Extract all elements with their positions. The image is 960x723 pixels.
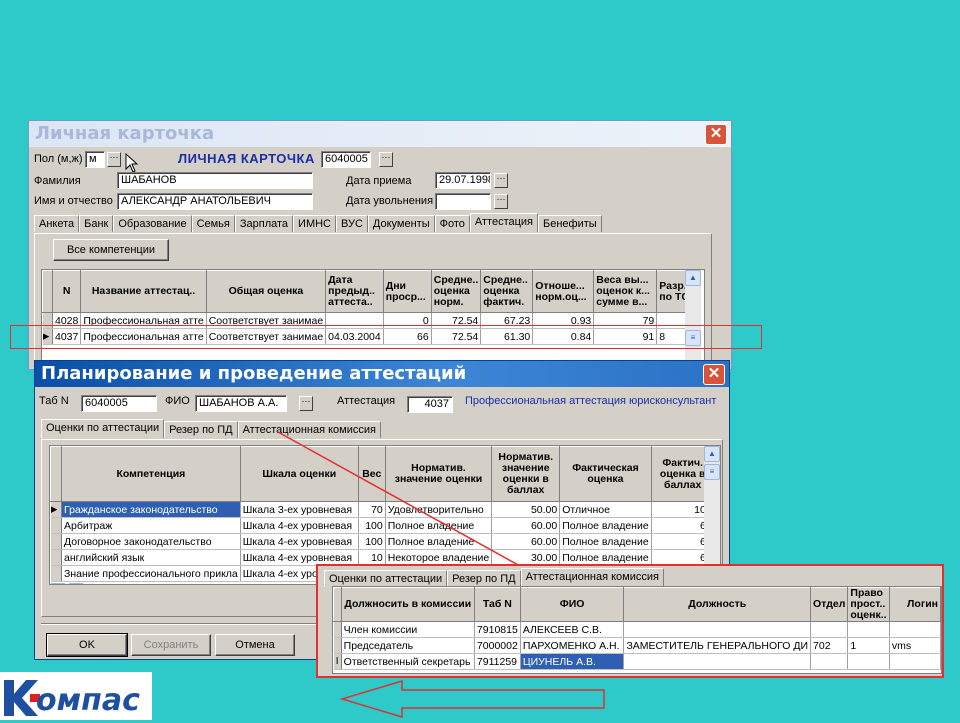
cell-commission-role[interactable]: Председатель: [341, 637, 475, 654]
cell-rating-right[interactable]: 1: [847, 637, 890, 654]
cell-commission-role[interactable]: Член комиссии: [341, 621, 475, 638]
cell-tab-number[interactable]: 7911259: [474, 653, 521, 670]
cell-position[interactable]: [623, 621, 812, 638]
row-indicator: [333, 637, 342, 654]
logo-mark-icon: омпас: [4, 680, 140, 718]
tab-reserve[interactable]: Резер по ПД: [447, 570, 521, 587]
cell-position[interactable]: ЗАМЕСТИТЕЛЬ ГЕНЕРАЛЬНОГО ДИ: [623, 637, 812, 654]
commission-table: Должносить в комиссии Таб N ФИО Должност…: [333, 587, 941, 670]
cell-commission-role[interactable]: Ответственный секретарь: [341, 653, 475, 670]
cell-rating-right[interactable]: [847, 621, 890, 638]
cell-login[interactable]: vms: [889, 637, 941, 654]
commission-header-row: Должносить в комиссии Таб N ФИО Должност…: [333, 587, 941, 622]
tab-ratings[interactable]: Оценки по аттестации: [324, 570, 448, 587]
cell-department[interactable]: [810, 653, 849, 670]
tab-commission[interactable]: Аттестационная комиссия: [520, 568, 664, 587]
cell-department[interactable]: [810, 621, 849, 638]
arrow-left-icon: [340, 679, 605, 719]
cell-position[interactable]: [623, 653, 812, 670]
company-logo: омпас: [0, 672, 152, 720]
edit-row-indicator-icon: I: [333, 653, 342, 670]
cell-fio[interactable]: ПАРХОМЕНКО А.Н.: [520, 637, 625, 654]
col-header-department[interactable]: Отдел: [810, 587, 849, 622]
col-header-tab-number[interactable]: Таб N: [473, 587, 521, 622]
col-header-login[interactable]: Логин: [888, 587, 941, 622]
col-header-commission-role[interactable]: Должносить в комиссии: [340, 587, 475, 622]
cell-rating-right[interactable]: [847, 653, 890, 670]
commission-inset: Оценки по аттестации Резер по ПД Аттеста…: [316, 564, 944, 678]
commission-grid: Должносить в комиссии Таб N ФИО Должност…: [332, 586, 942, 674]
cell-department[interactable]: 702: [810, 637, 849, 654]
row-indicator-header: [333, 587, 342, 622]
cell-fio[interactable]: ЦИУНЕЛЬ А.В.: [520, 653, 625, 670]
col-header-rating-right[interactable]: Право прост.. оценк..: [847, 587, 890, 622]
col-header-fio[interactable]: ФИО: [519, 587, 625, 622]
table-row[interactable]: I Ответственный секретарь 7911259 ЦИУНЕЛ…: [333, 653, 941, 670]
cell-tab-number[interactable]: 7910815: [474, 621, 521, 638]
cell-fio[interactable]: АЛЕКСЕЕВ С.В.: [520, 621, 625, 638]
svg-text:омпас: омпас: [36, 683, 140, 718]
commission-tabs: Оценки по аттестации Резер по ПД Аттеста…: [324, 568, 664, 587]
row-indicator: [333, 621, 342, 638]
cell-tab-number[interactable]: 7000002: [474, 637, 521, 654]
table-row[interactable]: Член комиссии 7910815 АЛЕКСЕЕВ С.В.: [333, 621, 941, 638]
table-row[interactable]: Председатель 7000002 ПАРХОМЕНКО А.Н. ЗАМ…: [333, 637, 941, 654]
cell-login[interactable]: [889, 653, 941, 670]
cell-login[interactable]: [889, 621, 941, 638]
col-header-position[interactable]: Должность: [623, 587, 812, 622]
